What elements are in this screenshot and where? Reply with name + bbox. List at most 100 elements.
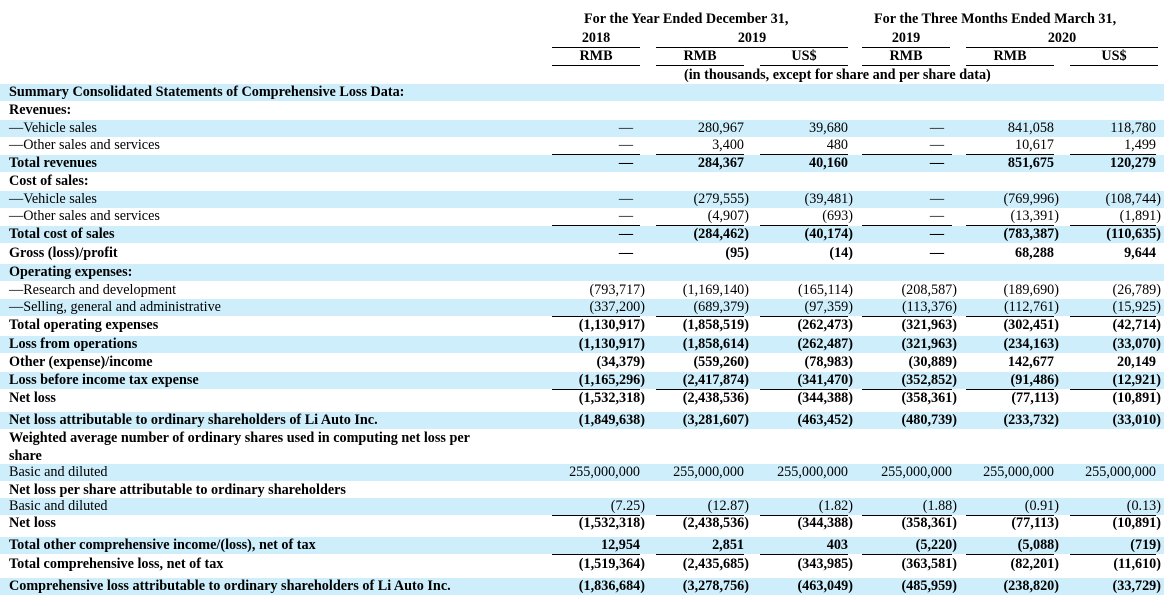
table-cell: — xyxy=(929,245,945,261)
table-cell: 20,149 xyxy=(1116,354,1156,370)
table-cell: (321,963) xyxy=(901,336,957,352)
table-cell: 255,000,000 xyxy=(569,464,640,480)
table-cell: (1,519,364) xyxy=(578,556,645,572)
currency-header-usd-2019: US$ xyxy=(760,48,848,66)
row-label: Total operating expenses xyxy=(9,317,159,333)
row-label: Loss from operations xyxy=(9,336,138,352)
row-label: —Vehicle sales xyxy=(9,120,97,136)
table-row: Cost of sales: xyxy=(0,173,1164,190)
table-cell: 841,058 xyxy=(1007,120,1054,136)
table-cell: (1,532,318) xyxy=(578,390,645,406)
table-cell: (13,391) xyxy=(1010,208,1059,224)
table-cell: (82,201) xyxy=(1010,556,1059,572)
table-row: Total other comprehensive income/(loss),… xyxy=(0,537,1164,554)
table-cell: 480 xyxy=(826,137,848,153)
table-cell: (480,739) xyxy=(901,412,957,428)
table-cell: 68,288 xyxy=(1014,245,1054,261)
table-cell: — xyxy=(929,191,945,207)
currency-header-usd-2020-q1: US$ xyxy=(1070,48,1158,66)
table-cell: (40,174) xyxy=(804,226,853,242)
subtotal-rule xyxy=(656,554,744,555)
table-cell: (34,379) xyxy=(596,354,645,370)
table-cell: (1,849,638) xyxy=(578,412,645,428)
table-cell: (302,451) xyxy=(1003,317,1059,333)
table-cell: 39,680 xyxy=(808,120,848,136)
table-cell: (793,717) xyxy=(589,282,645,298)
table-row: Net loss per share attributable to ordin… xyxy=(0,482,1164,499)
table-cell: — xyxy=(618,120,634,136)
table-cell: 1,499 xyxy=(1124,137,1156,153)
table-cell: — xyxy=(929,226,945,242)
table-cell: (33,070) xyxy=(1112,336,1161,352)
table-cell: — xyxy=(618,155,634,171)
table-cell: (689,379) xyxy=(693,299,749,315)
row-label: —Selling, general and administrative xyxy=(9,299,221,315)
table-row: —Vehicle sales — (279,555) (39,481) — (769,99… xyxy=(0,191,1164,208)
table-cell: 12,954 xyxy=(600,537,640,553)
table-cell: (77,113) xyxy=(1011,390,1059,406)
row-label: Operating expenses: xyxy=(9,264,133,280)
table-cell: (352,852) xyxy=(901,372,957,388)
table-cell: (284,462) xyxy=(693,226,749,242)
table-cell: (112,761) xyxy=(1003,299,1059,315)
table-cell: (783,387) xyxy=(1003,226,1059,242)
table-cell: (42,714) xyxy=(1112,317,1161,333)
table-row: Loss before income tax expense (1,165,296… xyxy=(0,372,1164,389)
row-label: Net loss xyxy=(9,515,56,531)
row-label: Basic and diluted xyxy=(9,464,108,480)
table-cell: 9,644 xyxy=(1124,245,1156,261)
subtotal-rule xyxy=(862,554,952,555)
table-cell: (26,789) xyxy=(1112,282,1161,298)
table-cell: 403 xyxy=(826,537,848,553)
table-cell: (5,088) xyxy=(1017,537,1059,553)
table-row: Other (expense)/income (34,379) (559,260) (… xyxy=(0,354,1164,371)
row-label: Total comprehensive loss, net of tax xyxy=(9,556,224,572)
table-cell: (208,587) xyxy=(901,282,957,298)
table-cell: (262,487) xyxy=(797,336,853,352)
table-row: Comprehensive loss attributable to ordin… xyxy=(0,578,1164,595)
table-row: Gross (loss)/profit — (95) (14) — 68,288 9,644 xyxy=(0,245,1164,262)
table-cell: 2,851 xyxy=(712,537,744,553)
table-cell: (1,130,917) xyxy=(578,317,645,333)
table-cell: 40,160 xyxy=(808,155,848,171)
table-cell: 10,617 xyxy=(1014,137,1054,153)
table-cell: (113,376) xyxy=(901,299,957,315)
table-cell: — xyxy=(929,120,945,136)
table-cell: (719) xyxy=(1130,537,1161,553)
table-cell: (1,858,614) xyxy=(682,336,749,352)
table-cell: 280,967 xyxy=(697,120,744,136)
table-cell: (1.88) xyxy=(922,498,957,514)
table-row: Basic and diluted (7.25) (12.87) (1.82) (1.8… xyxy=(0,498,1164,515)
table-cell: 255,000,000 xyxy=(1085,464,1156,480)
table-row: —Other sales and services — (4,907) (693) — (… xyxy=(0,208,1164,225)
table-row: share xyxy=(0,448,1164,465)
table-cell: (358,361) xyxy=(901,515,957,531)
row-label: Revenues: xyxy=(9,102,72,118)
currency-header-rmb-2019-q1: RMB xyxy=(862,48,950,66)
table-cell: (1,169,140) xyxy=(682,282,749,298)
table-cell: — xyxy=(929,137,945,153)
table-row: Basic and diluted 255,000,000 255,000,000 2… xyxy=(0,464,1164,481)
row-label: —Other sales and services xyxy=(9,137,160,153)
table-cell: (238,820) xyxy=(1003,578,1059,594)
table-cell: (559,260) xyxy=(693,354,749,370)
row-label: Other (expense)/income xyxy=(9,354,153,370)
table-cell: (233,732) xyxy=(1003,412,1059,428)
table-cell: (337,200) xyxy=(589,299,645,315)
table-cell: 284,367 xyxy=(697,155,744,171)
table-row: Total comprehensive loss, net of tax (1,5… xyxy=(0,556,1164,573)
table-cell: (344,388) xyxy=(797,515,853,531)
table-cell: (341,470) xyxy=(797,372,853,388)
table-row: Loss from operations (1,130,917) (1,858,61… xyxy=(0,336,1164,353)
row-label: Net loss xyxy=(9,390,56,406)
table-cell: (343,985) xyxy=(797,556,853,572)
table-cell: — xyxy=(929,208,945,224)
table-cell: (262,473) xyxy=(797,317,853,333)
table-cell: 142,677 xyxy=(1007,354,1054,370)
table-cell: (1,858,519) xyxy=(682,317,749,333)
group-header-year: For the Year Ended December 31, xyxy=(584,11,789,27)
row-label: Summary Consolidated Statements of Compr… xyxy=(9,84,405,100)
table-cell: (2,438,536) xyxy=(682,390,749,406)
subtotal-rule xyxy=(552,554,640,555)
year-header-2018: 2018 xyxy=(552,30,640,48)
